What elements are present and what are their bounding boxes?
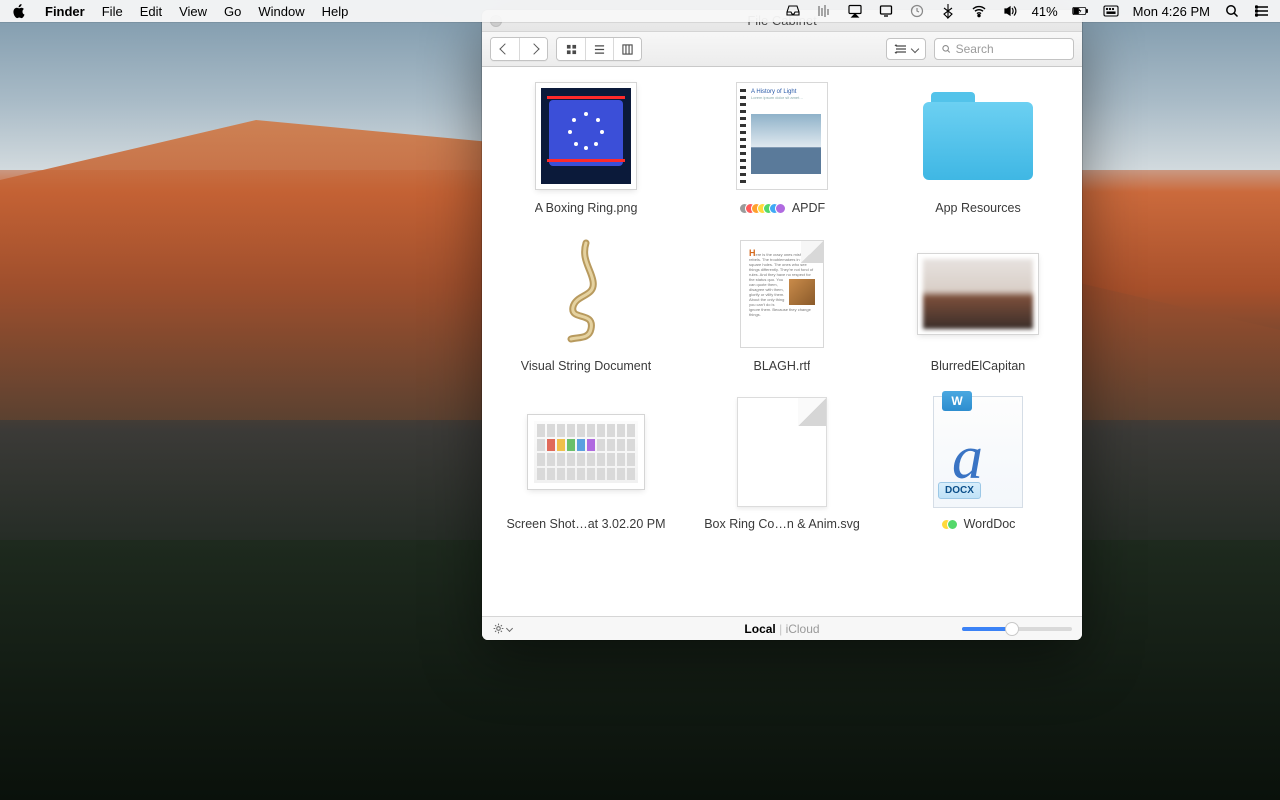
timemachine-menu-icon[interactable] — [908, 2, 926, 20]
menu-help[interactable]: Help — [322, 4, 349, 19]
column-view-button[interactable] — [613, 38, 641, 60]
back-button[interactable] — [491, 38, 519, 60]
file-name[interactable]: WordDoc — [941, 517, 1016, 531]
textinput-menu-icon[interactable] — [1102, 2, 1120, 20]
spotlight-menu-icon[interactable] — [1223, 2, 1241, 20]
desktop: Finder File Edit View Go Window Help 41%… — [0, 0, 1280, 800]
file-item[interactable]: A History of LightLorem ipsum dolor sit … — [684, 81, 880, 215]
file-item[interactable]: Box Ring Co…n & Anim.svg — [684, 397, 880, 531]
file-item[interactable]: BlurredElCapitan — [880, 239, 1076, 373]
menu-bar: Finder File Edit View Go Window Help 41%… — [0, 0, 1280, 22]
view-mode-segment — [556, 37, 642, 61]
arrange-menu[interactable] — [886, 38, 926, 60]
docx-icon: WaDOCX — [933, 396, 1023, 508]
status-bar: Local | iCloud — [482, 616, 1082, 640]
location-tabs[interactable]: Local | iCloud — [744, 622, 819, 636]
menu-edit[interactable]: Edit — [140, 4, 162, 19]
file-item[interactable]: WaDOCX WordDoc — [880, 397, 1076, 531]
file-item[interactable]: Visual String Document — [488, 239, 684, 373]
slider-knob[interactable] — [1005, 622, 1019, 636]
file-name[interactable]: Screen Shot…at 3.02.20 PM — [506, 517, 665, 531]
action-menu[interactable] — [492, 622, 512, 635]
file-name: APDF — [739, 201, 825, 215]
file-name[interactable]: App Resources — [935, 201, 1020, 215]
file-name[interactable]: Visual String Document — [521, 359, 651, 373]
nav-back-forward — [490, 37, 548, 61]
file-name[interactable]: Box Ring Co…n & Anim.svg — [704, 517, 860, 531]
inbox-menu-icon[interactable] — [784, 2, 802, 20]
file-item[interactable]: A Boxing Ring.png — [488, 81, 684, 215]
airplay-menu-icon[interactable] — [846, 2, 864, 20]
gear-icon — [492, 622, 505, 635]
volume-menu-icon[interactable] — [1001, 2, 1019, 20]
search-field[interactable] — [934, 38, 1074, 60]
search-input[interactable] — [956, 42, 1067, 56]
file-item[interactable]: Screen Shot…at 3.02.20 PM — [488, 397, 684, 531]
apple-menu[interactable] — [10, 2, 28, 20]
display-menu-icon[interactable] — [877, 2, 895, 20]
file-grid-area[interactable]: A Boxing Ring.png A History of LightLore… — [482, 67, 1082, 616]
equalizer-menu-icon[interactable] — [815, 2, 833, 20]
file-name[interactable]: BlurredElCapitan — [931, 359, 1026, 373]
folder-icon — [923, 92, 1033, 180]
file-name[interactable]: A Boxing Ring.png — [535, 201, 638, 215]
blank-document-icon — [737, 397, 827, 507]
file-name[interactable]: BLAGH.rtf — [754, 359, 811, 373]
menu-window[interactable]: Window — [258, 4, 304, 19]
bluetooth-menu-icon[interactable] — [939, 2, 957, 20]
color-tags — [739, 203, 786, 214]
wifi-menu-icon[interactable] — [970, 2, 988, 20]
notification-center-menu-icon[interactable] — [1254, 2, 1272, 20]
color-tags — [941, 519, 958, 530]
search-icon — [941, 43, 952, 55]
toolbar — [482, 32, 1082, 67]
forward-button[interactable] — [519, 38, 547, 60]
menu-app-name[interactable]: Finder — [45, 4, 85, 19]
menu-view[interactable]: View — [179, 4, 207, 19]
menu-go[interactable]: Go — [224, 4, 241, 19]
battery-menu-icon[interactable] — [1071, 2, 1089, 20]
file-item[interactable]: Here is the crazy ones misfits. The rebe… — [684, 239, 880, 373]
menu-file[interactable]: File — [102, 4, 123, 19]
icon-size-slider[interactable] — [962, 627, 1072, 631]
icon-view-button[interactable] — [557, 38, 585, 60]
finder-window: File Cabinet — [482, 10, 1082, 640]
file-item[interactable]: App Resources — [880, 81, 1076, 215]
battery-percent[interactable]: 41% — [1032, 4, 1058, 19]
list-view-button[interactable] — [585, 38, 613, 60]
clock[interactable]: Mon 4:26 PM — [1133, 4, 1210, 19]
